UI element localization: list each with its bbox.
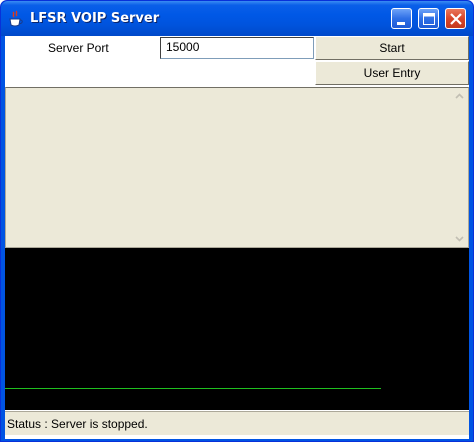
server-port-label: Server Port xyxy=(48,41,109,55)
user-entry-button[interactable]: User Entry xyxy=(315,61,469,85)
client-area: Server Port 15000 Start User Entry Statu… xyxy=(5,36,469,439)
audio-visualizer-panel xyxy=(5,248,469,410)
status-bar: Status : Server is stopped. xyxy=(5,411,469,435)
close-icon xyxy=(450,13,462,25)
waveform-line xyxy=(5,388,381,389)
status-text: Status : Server is stopped. xyxy=(7,417,148,431)
log-text-area[interactable] xyxy=(5,87,469,248)
scroll-down-button[interactable] xyxy=(451,230,468,247)
maximize-button[interactable] xyxy=(418,8,439,29)
close-button[interactable] xyxy=(445,8,466,29)
log-vertical-scrollbar[interactable] xyxy=(451,88,468,247)
minimize-button[interactable] xyxy=(391,8,412,29)
window-title: LFSR VOIP Server xyxy=(30,11,160,26)
maximize-icon xyxy=(423,13,435,25)
chevron-up-icon xyxy=(455,93,464,99)
title-bar[interactable]: LFSR VOIP Server xyxy=(1,1,473,36)
chevron-down-icon xyxy=(455,236,464,242)
start-button[interactable]: Start xyxy=(315,36,469,60)
app-window: LFSR VOIP Server Server Port 15000 Start… xyxy=(0,0,474,442)
scroll-up-button[interactable] xyxy=(451,88,468,105)
log-text xyxy=(6,88,468,92)
server-port-input[interactable]: 15000 xyxy=(160,37,314,59)
java-cup-icon[interactable] xyxy=(8,10,24,28)
minimize-icon xyxy=(397,22,405,25)
